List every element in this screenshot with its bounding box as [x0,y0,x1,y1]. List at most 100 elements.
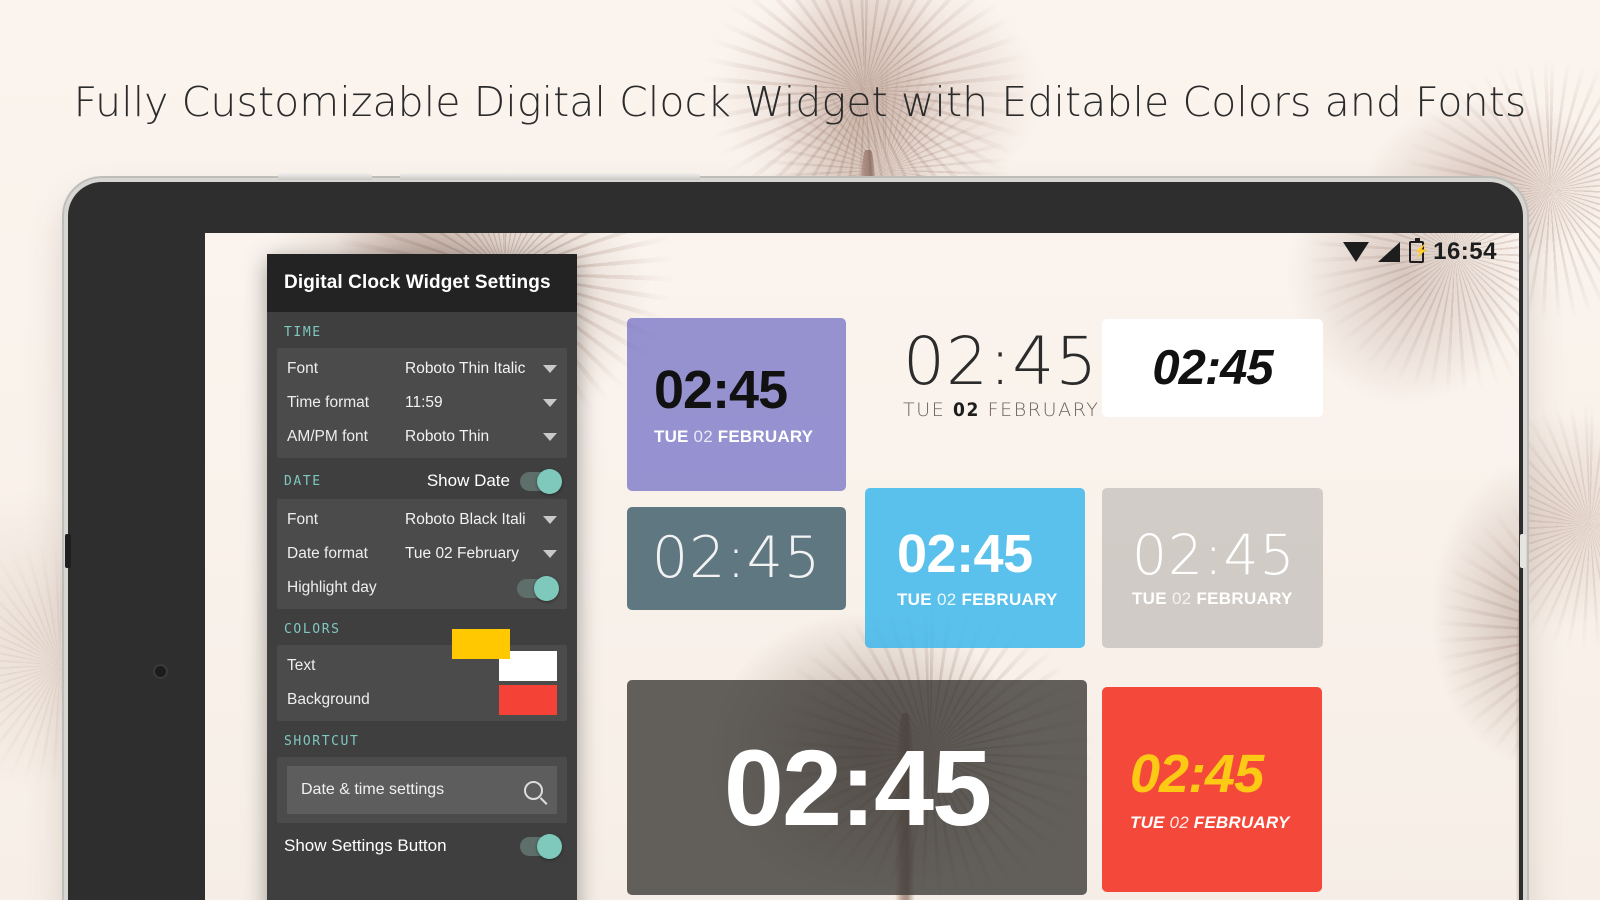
clock-widget-red[interactable]: 02:45 TUE 02 FEBRUARY [1102,687,1322,892]
setting-row-ampm-font[interactable]: AM/PM font Roboto Thin [277,420,567,454]
shortcut-search-field[interactable]: Date & time settings [287,766,557,814]
show-date-toggle[interactable] [520,468,562,494]
widget-date-day: 02 [1169,812,1189,832]
widget-date-day: 02 [693,426,713,446]
clock-widget-dark-large[interactable]: 02:45 [627,680,1087,895]
setting-row-time-font[interactable]: Font Roboto Thin Italic [277,352,567,386]
row-label: Background [287,691,370,708]
android-status-bar: ⚡ 16:54 [1189,233,1519,271]
accent-color-swatch[interactable] [452,629,510,659]
background-color-swatch[interactable] [499,685,557,715]
tablet-screen: ⚡ 16:54 02:45 TUE 02 FEBRUARY 02:45 TUE … [205,233,1519,900]
setting-row-date-font[interactable]: Font Roboto Black Itali [277,503,567,537]
setting-row-time-format[interactable]: Time format 11:59 [277,386,567,420]
setting-row-background-color[interactable]: Background [277,683,567,717]
shortcut-field-value: Date & time settings [301,781,445,798]
section-header-time: TIME [267,312,577,348]
row-label: Font [287,511,319,528]
widget-date-weekday: TUE [654,426,689,446]
section-header-colors-label: COLORS [284,622,341,637]
widget-date-month: FEBRUARY [1196,588,1293,608]
row-label: Time format [287,394,370,411]
chevron-down-icon[interactable] [543,365,557,373]
section-header-shortcut-label: SHORTCUT [284,734,360,749]
widget-date-month: FEBRUARY [961,589,1058,609]
front-camera-icon [153,664,168,679]
section-header-date: DATE Show Date [267,458,577,499]
widget-date-day: 02 [936,589,957,609]
highlight-day-toggle[interactable] [517,575,559,601]
row-value: 11:59 [405,394,443,411]
colors-card: Text Background [277,629,567,721]
panel-title: Digital Clock Widget Settings [267,254,577,312]
wifi-icon [1343,242,1370,262]
palm-trunk [1515,563,1519,900]
row-value: Roboto Black Itali [405,511,526,528]
show-settings-label: Show Settings Button [284,836,447,855]
settings-panel: Digital Clock Widget Settings TIME Font … [267,254,577,900]
widget-time: 02:45 [651,525,822,591]
tablet-edge-buttons[interactable] [278,173,778,181]
chevron-down-icon[interactable] [543,399,557,407]
power-button[interactable] [400,173,700,180]
widget-time: 02:45 [1152,340,1273,395]
widget-date-weekday: TUE [1130,812,1165,832]
setting-row-text-color[interactable]: Text [277,649,567,683]
section-header-date-label: DATE [284,473,322,489]
date-settings-card: Font Roboto Black Itali Date format Tue … [277,499,567,609]
widget-date-weekday: TUE [903,399,946,421]
widget-date-weekday: TUE [897,589,932,609]
row-label: Highlight day [287,579,377,596]
status-bar-clock: 16:54 [1433,238,1497,265]
palm-frond [1435,483,1519,783]
page-headline: Fully Customizable Digital Clock Widget … [73,78,1527,126]
widget-time: 02:45 [723,726,992,848]
row-label: Text [287,657,316,674]
show-settings-toggle[interactable] [520,833,562,859]
clock-widget-white[interactable]: 02:45 [1102,319,1323,417]
widget-time: 02:45 [897,523,1033,584]
chevron-down-icon[interactable] [543,516,557,524]
widget-date-weekday: TUE [1132,588,1167,608]
setting-row-show-settings-button[interactable]: Show Settings Button [267,823,577,859]
chevron-down-icon[interactable] [543,433,557,441]
clock-widget-purple[interactable]: 02:45 TUE 02 FEBRUARY [627,318,846,491]
cell-signal-icon [1378,242,1400,262]
section-header-colors: COLORS [267,609,577,645]
row-label: Font [287,360,319,377]
battery-charging-icon: ⚡ [1409,238,1429,263]
time-settings-card: Font Roboto Thin Italic Time format 11:5… [277,348,567,458]
clock-widget-gray[interactable]: 02:45 TUE 02 FEBRUARY [1102,488,1323,648]
widget-date: TUE 02 FEBRUARY [897,590,1085,610]
setting-row-highlight-day[interactable]: Highlight day [277,571,567,605]
widget-time: 02:45 [1132,522,1296,587]
row-label: Date format [287,545,368,562]
widget-date: TUE 02 FEBRUARY [654,427,846,447]
row-value: Roboto Thin Italic [405,360,526,377]
widget-date: TUE 02 FEBRUARY [1132,589,1323,609]
left-bezel-notch [65,534,71,568]
section-header-shortcut: SHORTCUT [267,721,577,757]
widget-date-month: FEBRUARY [987,399,1100,421]
widget-date-month: FEBRUARY [717,426,814,446]
section-header-time-label: TIME [284,325,322,340]
right-bezel-notch [1520,534,1526,568]
show-date-label: Show Date [426,471,510,490]
battery-bolt-glyph: ⚡ [1413,243,1430,258]
volume-button[interactable] [278,173,372,180]
tablet-device: ⚡ 16:54 02:45 TUE 02 FEBRUARY 02:45 TUE … [65,173,1526,900]
row-value: Tue 02 February [405,545,520,562]
clock-widget-cyan[interactable]: 02:45 TUE 02 FEBRUARY [865,488,1085,648]
widget-time: 02:45 [1130,743,1264,804]
search-icon[interactable] [524,780,543,800]
widget-date-day: 02 [952,399,980,421]
show-date-control[interactable]: Show Date [426,468,562,494]
row-label: AM/PM font [287,428,368,445]
setting-row-date-format[interactable]: Date format Tue 02 February [277,537,567,571]
chevron-down-icon[interactable] [543,550,557,558]
widget-date: TUE 02 FEBRUARY [1130,813,1322,833]
shortcut-card: Date & time settings [277,757,567,823]
widget-time: 02:45 [654,359,788,420]
row-value: Roboto Thin [405,428,490,445]
clock-widget-slate[interactable]: 02:45 [627,507,846,610]
